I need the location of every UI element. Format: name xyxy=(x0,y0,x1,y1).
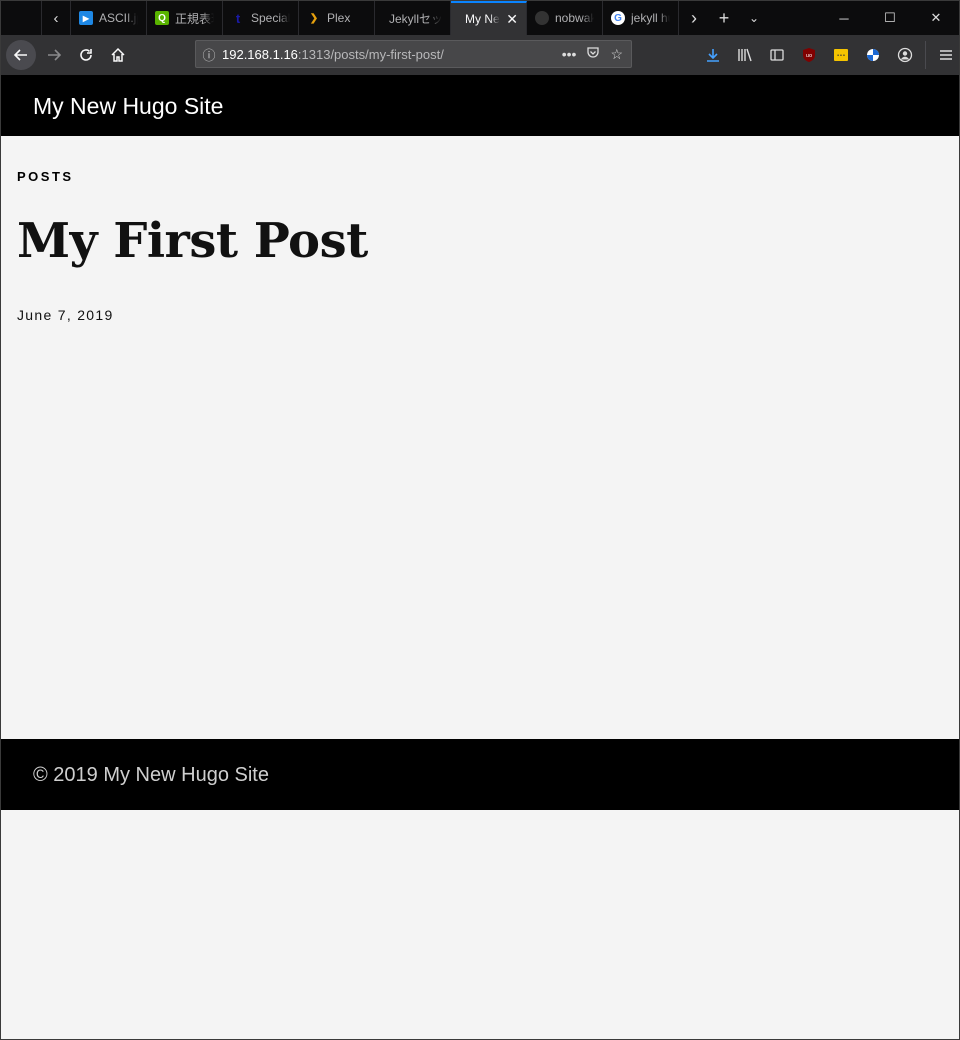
svg-text:uo: uo xyxy=(806,53,812,59)
site-info-icon[interactable]: ⓘ xyxy=(196,45,222,64)
sidebar-icon[interactable] xyxy=(761,47,793,63)
tab-title: My New Hugo Site xyxy=(465,12,500,26)
browser-tab[interactable]: My New Hugo Site ✕ xyxy=(451,1,527,35)
browser-tab[interactable]: ▶ ASCII.jp xyxy=(71,1,147,35)
address-bar[interactable]: ⓘ 192.168.1.16:1313/posts/my-first-post/… xyxy=(195,40,632,68)
hamburger-menu-icon[interactable] xyxy=(930,47,960,63)
tab-title: ASCII.jp xyxy=(99,11,138,25)
maximize-icon: ☐ xyxy=(884,10,896,25)
tab-title: jekyll hugo xyxy=(631,11,670,25)
tab-title: 正規表現 xyxy=(175,11,214,26)
url-text[interactable]: 192.168.1.16:1313/posts/my-first-post/ xyxy=(222,47,562,62)
home-icon xyxy=(111,47,125,62)
browser-tab[interactable]: nobwak xyxy=(527,1,603,35)
chevron-right-icon: › xyxy=(691,7,697,28)
scroll-tabs-right-button[interactable]: › xyxy=(679,1,709,35)
minimize-icon: ─ xyxy=(839,10,849,26)
tab-spacer xyxy=(1,1,41,35)
extension-icon[interactable] xyxy=(857,47,889,63)
plus-icon: + xyxy=(718,7,730,28)
browser-tab[interactable]: Gjekyll hugo xyxy=(603,1,679,35)
q-icon: Q xyxy=(155,11,169,25)
new-tab-button[interactable]: + xyxy=(709,1,739,35)
footer-copyright: © 2019 My New Hugo Site xyxy=(33,764,269,786)
home-button[interactable] xyxy=(102,39,134,71)
ublock-origin-icon[interactable]: uo xyxy=(793,47,825,63)
library-icon[interactable] xyxy=(729,47,761,63)
google-icon: G xyxy=(611,11,625,25)
tab-strip: ▶ ASCII.jp Q 正規表現 t Special ❯ Plex Jekyllセットアップ M… xyxy=(71,1,679,35)
pocket-icon[interactable] xyxy=(586,46,600,63)
svg-text:•••: ••• xyxy=(837,53,846,59)
url-host: 192.168.1.16 xyxy=(222,46,298,62)
account-icon[interactable] xyxy=(889,47,921,63)
tab-bar: ‹ ▶ ASCII.jp Q 正規表現 t Special ❯ Plex Jekyllセットアッ… xyxy=(1,1,959,35)
play-icon: ▶ xyxy=(79,11,93,25)
browser-tab[interactable]: ❯ Plex xyxy=(299,1,375,35)
url-path: :1313/posts/my-first-post/ xyxy=(297,46,444,62)
t-icon: t xyxy=(235,10,241,26)
page-actions-menu-icon[interactable]: ••• xyxy=(562,46,577,63)
tab-title: Plex xyxy=(327,11,351,25)
downloads-icon[interactable] xyxy=(697,47,729,63)
post-title: My First Post xyxy=(17,213,368,269)
tab-title: Special xyxy=(251,11,290,25)
reload-button[interactable] xyxy=(70,39,102,71)
post-date: June 7, 2019 xyxy=(17,307,114,323)
forward-arrow-icon xyxy=(48,49,62,61)
plex-icon: ❯ xyxy=(309,12,319,24)
back-button[interactable] xyxy=(6,40,36,70)
forward-button[interactable] xyxy=(38,39,70,71)
scroll-tabs-left-button[interactable]: ‹ xyxy=(41,1,71,35)
toolbar-separator xyxy=(925,41,926,69)
navigation-toolbar: ⓘ 192.168.1.16:1313/posts/my-first-post/… xyxy=(1,35,959,75)
browser-tab[interactable]: t Special xyxy=(223,1,299,35)
close-window-button[interactable]: ✕ xyxy=(913,1,959,35)
minimize-button[interactable]: ─ xyxy=(821,1,867,35)
tab-title: Jekyllセットアップ xyxy=(389,11,442,26)
close-icon: ✕ xyxy=(930,10,942,25)
section-label[interactable]: POSTS xyxy=(17,169,74,184)
tab-title: nobwak xyxy=(555,11,594,25)
browser-tab[interactable]: Q 正規表現 xyxy=(147,1,223,35)
site-header: My New Hugo Site xyxy=(1,75,959,136)
reload-icon xyxy=(80,49,92,61)
close-tab-icon[interactable]: ✕ xyxy=(506,11,518,28)
chevron-down-icon: ⌄ xyxy=(748,11,760,25)
site-title-link[interactable]: My New Hugo Site xyxy=(33,93,223,120)
page-actions: ••• ☆ xyxy=(562,46,631,63)
chevron-left-icon: ‹ xyxy=(53,9,59,27)
window-controls: ─ ☐ ✕ xyxy=(821,1,959,35)
list-all-tabs-button[interactable]: ⌄ xyxy=(739,1,769,35)
site-footer: © 2019 My New Hugo Site xyxy=(1,739,959,810)
browser-tab[interactable]: Jekyllセットアップ xyxy=(375,1,451,35)
github-icon xyxy=(535,11,549,25)
bookmark-star-icon[interactable]: ☆ xyxy=(610,46,623,63)
maximize-button[interactable]: ☐ xyxy=(867,1,913,35)
toolbar-icons: uo ••• xyxy=(697,35,960,75)
password-manager-icon[interactable]: ••• xyxy=(825,47,857,63)
back-arrow-icon xyxy=(13,49,27,61)
